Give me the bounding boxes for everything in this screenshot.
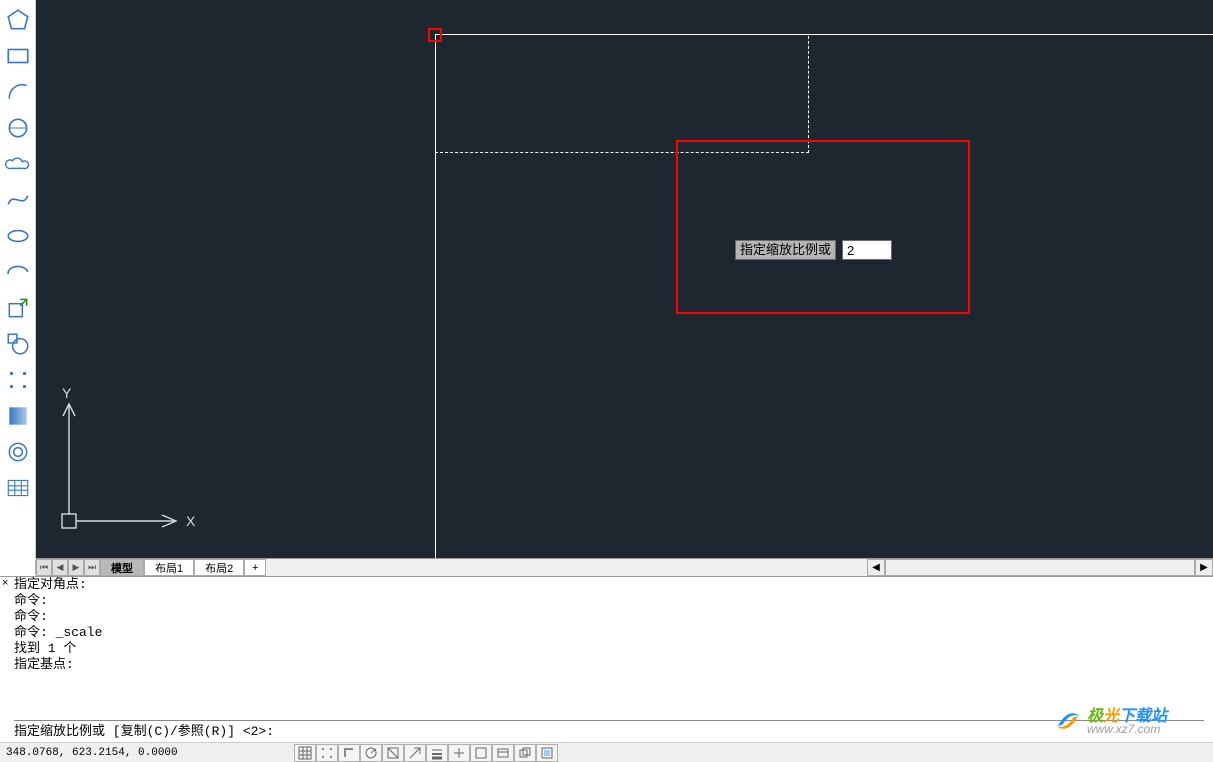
dynamic-input-field[interactable] [842, 240, 892, 260]
hscroll-right[interactable]: ▶ [1195, 559, 1213, 576]
drawing-canvas[interactable]: 指定缩放比例或 Y X [36, 0, 1213, 558]
tab-nav-last[interactable]: ⏭ [84, 559, 100, 576]
tab-layout1[interactable]: 布局1 [144, 559, 194, 576]
dynamic-input-prompt: 指定缩放比例或 [735, 240, 892, 260]
status-bar: 348.0768, 623.2154, 0.0000 [0, 742, 1213, 762]
tab-nav-next[interactable]: ▶ [68, 559, 84, 576]
snap-toggle[interactable] [316, 744, 338, 762]
tab-add[interactable]: + [244, 559, 266, 576]
close-command-window[interactable]: × [2, 578, 12, 588]
ring-tool[interactable] [2, 434, 34, 470]
cloud-tool[interactable] [2, 146, 34, 182]
layout-tabs-row: ⏮ ◀ ▶ ⏭ 模型 布局1 布局2 + ◀ ▶ [36, 558, 1213, 576]
gradient-tool[interactable] [2, 398, 34, 434]
polygon-circle-tool[interactable] [2, 326, 34, 362]
ellipse-arc-tool[interactable] [2, 254, 34, 290]
ucs-icon: Y X [54, 386, 214, 546]
polar-toggle[interactable] [360, 744, 382, 762]
ortho-toggle[interactable] [338, 744, 360, 762]
ellipse-tool[interactable] [2, 218, 34, 254]
properties-toggle[interactable] [492, 744, 514, 762]
base-point-grip[interactable] [428, 28, 442, 42]
dynamic-input-label: 指定缩放比例或 [735, 240, 836, 260]
crosshair-v [808, 36, 809, 153]
svg-text:X: X [186, 513, 196, 529]
tab-model[interactable]: 模型 [100, 559, 144, 576]
grid-toggle[interactable] [294, 744, 316, 762]
coordinates-readout: 348.0768, 623.2154, 0.0000 [0, 747, 184, 759]
left-toolbar [0, 0, 36, 575]
polygon-tool[interactable] [2, 2, 34, 38]
quick-properties-toggle[interactable] [536, 744, 558, 762]
svg-text:Y: Y [62, 386, 72, 401]
insert-block-tool[interactable] [2, 290, 34, 326]
command-history: 指定对角点: 命令: 命令: 命令: _scale 找到 1 个 指定基点: [14, 577, 1204, 713]
hscroll-left[interactable]: ◀ [867, 559, 885, 576]
selection-cycling-toggle[interactable] [514, 744, 536, 762]
tab-nav-prev[interactable]: ◀ [52, 559, 68, 576]
tab-nav-first[interactable]: ⏮ [36, 559, 52, 576]
tab-layout2[interactable]: 布局2 [194, 559, 244, 576]
model-toggle[interactable] [470, 744, 492, 762]
arc-tool[interactable] [2, 74, 34, 110]
dyn-toggle[interactable] [448, 744, 470, 762]
highlight-box [676, 140, 970, 314]
status-toggles [294, 744, 558, 762]
point-tool[interactable] [2, 362, 34, 398]
command-line[interactable]: 指定缩放比例或 [复制(C)/参照(R)] <2>: [14, 720, 1204, 738]
rectangle-tool[interactable] [2, 38, 34, 74]
hscroll-track[interactable] [885, 559, 1195, 576]
otrack-toggle[interactable] [404, 744, 426, 762]
command-window: × 指定对角点: 命令: 命令: 命令: _scale 找到 1 个 指定基点:… [0, 576, 1213, 742]
lineweight-toggle[interactable] [426, 744, 448, 762]
spline-tool[interactable] [2, 182, 34, 218]
osnap-toggle[interactable] [382, 744, 404, 762]
circle-diameter-tool[interactable] [2, 110, 34, 146]
table-tool[interactable] [2, 470, 34, 506]
